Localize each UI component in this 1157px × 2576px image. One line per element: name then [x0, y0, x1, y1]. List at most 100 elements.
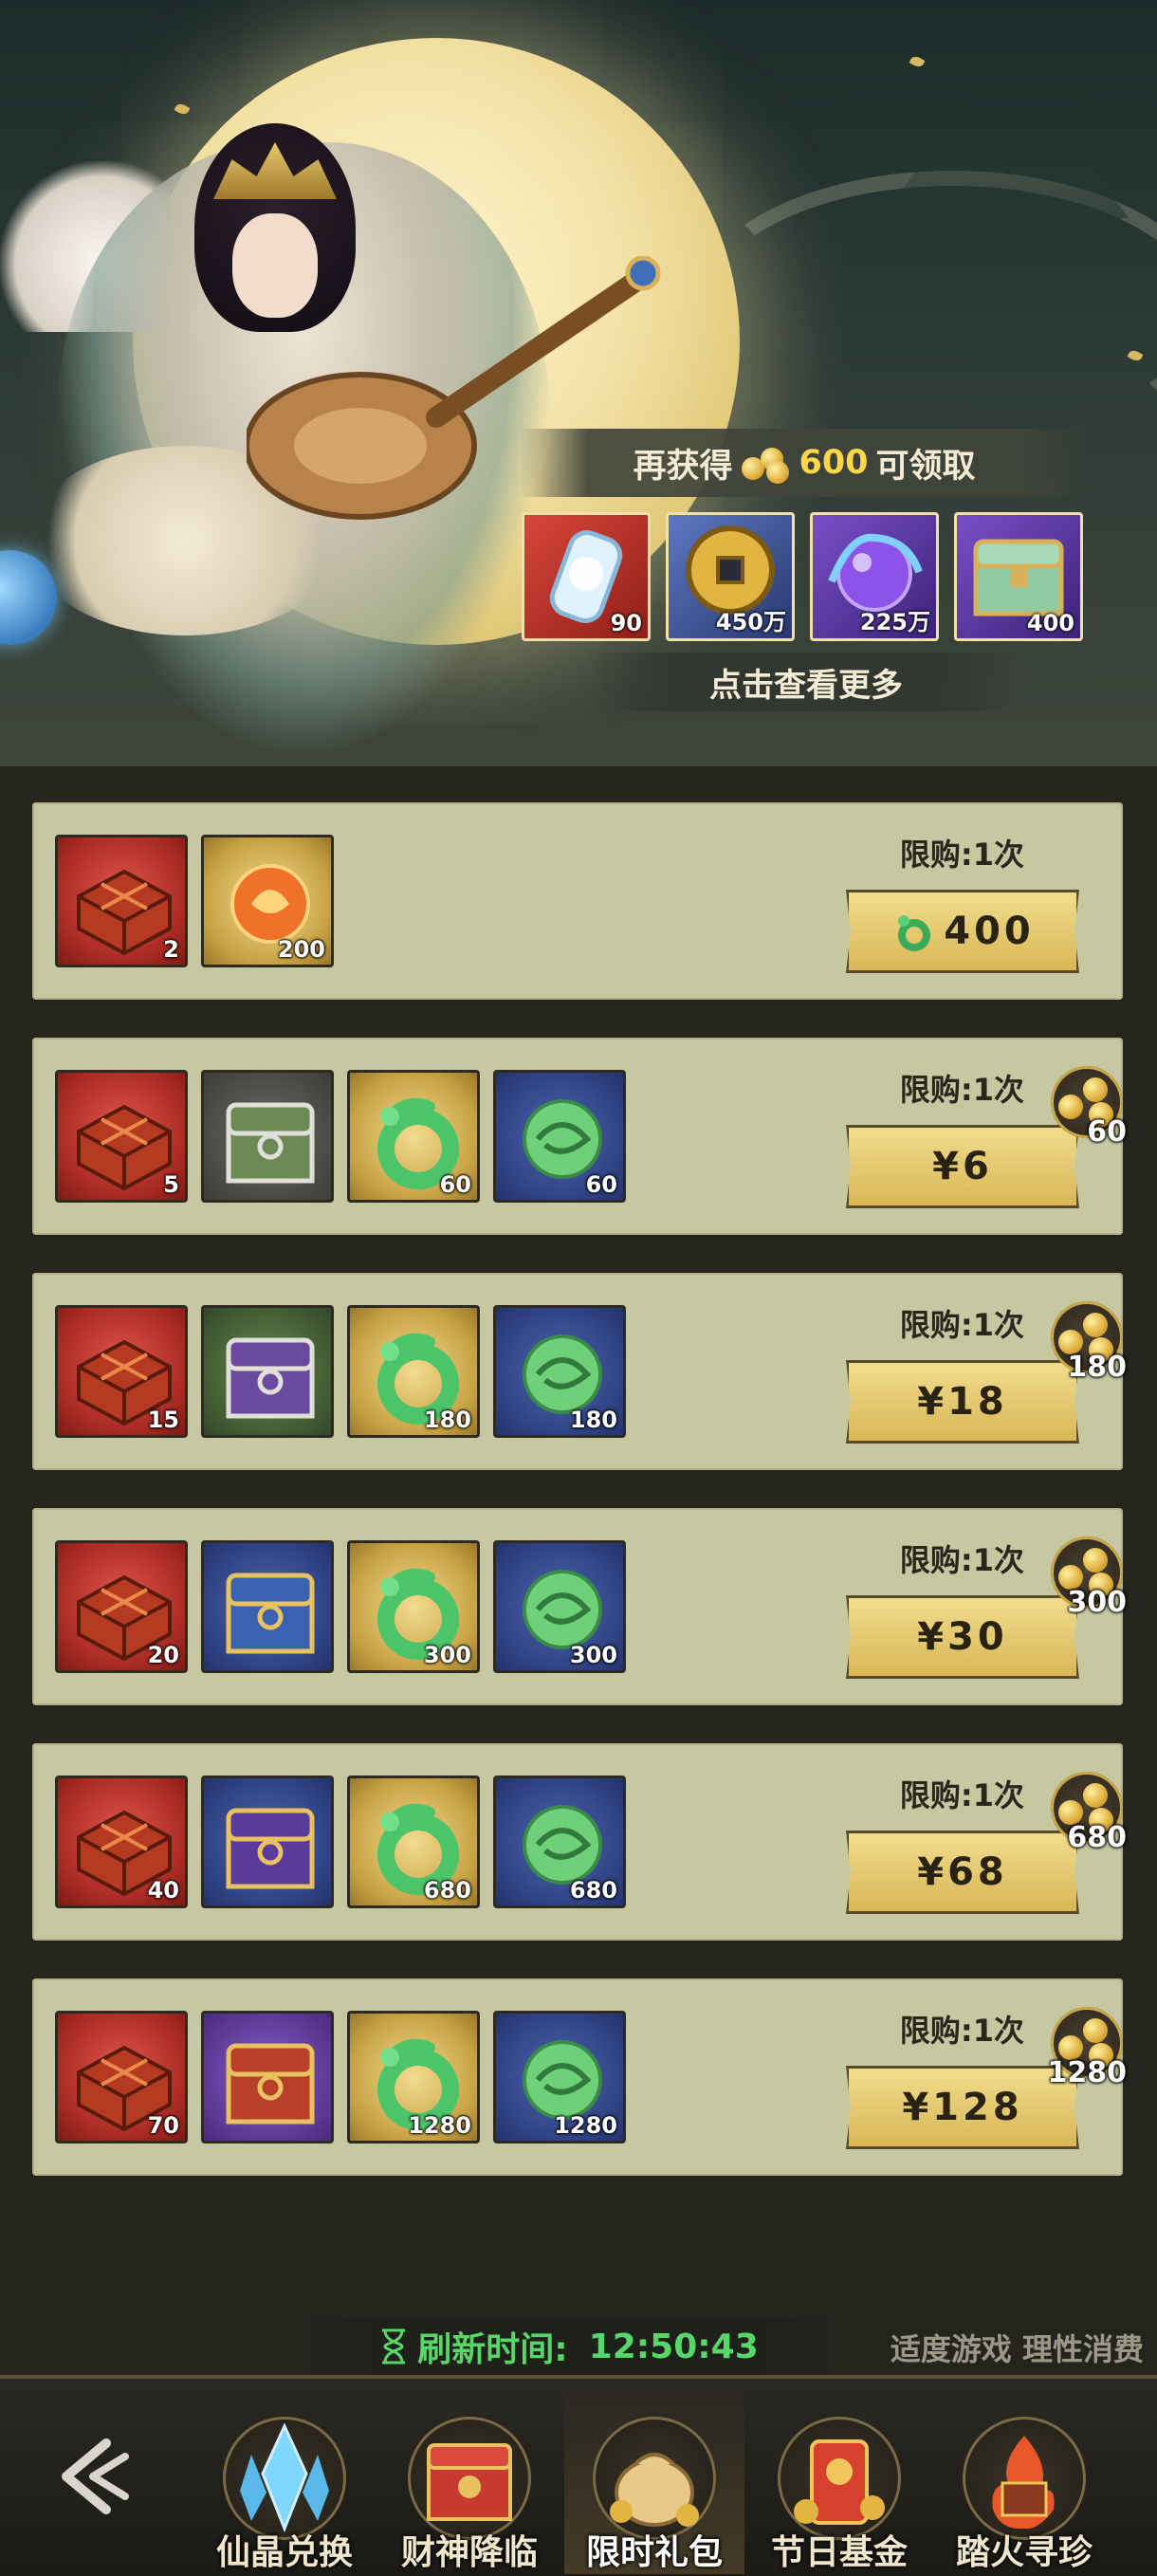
- pack-item[interactable]: [201, 1540, 334, 1673]
- purchase-limit: 限购:1次: [899, 1307, 1024, 1343]
- item-count: 180: [569, 1407, 617, 1433]
- item-count: 180: [423, 1407, 471, 1433]
- pack-item[interactable]: [201, 2011, 334, 2144]
- pack-items: 20 300 300: [55, 1540, 626, 1673]
- tab-crystal-exchange[interactable]: 仙晶兑换: [194, 2384, 375, 2574]
- god-of-wealth-chest-icon: [408, 2417, 531, 2540]
- green-chest-icon: [226, 1102, 315, 1184]
- back-arrow-icon[interactable]: [38, 2424, 142, 2529]
- purchase-limit: 限购:1次: [899, 2013, 1024, 2049]
- pack-item[interactable]: 680: [347, 1776, 480, 1908]
- pack-item[interactable]: 60: [493, 1070, 626, 1203]
- item-count: 300: [569, 1642, 617, 1668]
- view-more-button[interactable]: 点击查看更多: [588, 653, 1024, 711]
- pack-item[interactable]: 180: [347, 1305, 480, 1438]
- leaf-decoration: [909, 54, 926, 69]
- item-count: 200: [277, 936, 325, 963]
- hero-banner: 再获得 600 可领取 90 450万 225万 400 点击查看更多: [0, 0, 1157, 766]
- price-label: ¥30: [917, 1615, 1008, 1659]
- item-count: 2: [163, 936, 179, 963]
- purple-gold-chest-icon: [226, 1808, 315, 1889]
- reward-count: 450万: [715, 609, 786, 635]
- fire-treasure-icon: [963, 2417, 1086, 2540]
- festival-fund-icon: [778, 2417, 901, 2540]
- item-count: 60: [585, 1171, 617, 1198]
- refresh-label: 刷新时间:: [417, 2330, 568, 2369]
- health-gaming-notice: 适度游戏 理性消费: [890, 2331, 1144, 2367]
- bonus-coin-badge: 180: [1043, 1301, 1129, 1387]
- pack-items: 15 180 180: [55, 1305, 626, 1438]
- pack-item[interactable]: 680: [493, 1776, 626, 1908]
- purchase-limit: 限购:1次: [899, 1072, 1024, 1108]
- bonus-coin-badge: 300: [1043, 1536, 1129, 1622]
- item-count: 5: [163, 1171, 179, 1198]
- tab-label: 节日基金: [770, 2533, 908, 2572]
- milestone-rewards: 90 450万 225万 400: [522, 512, 1083, 641]
- purple-chest-icon: [226, 1337, 315, 1419]
- item-count: 680: [569, 1877, 617, 1904]
- pack-items: 70 1280 1280: [55, 2011, 626, 2144]
- pack-item[interactable]: 1280: [493, 2011, 626, 2144]
- claim-progress: 再获得 600 可领取: [520, 429, 1089, 497]
- bonus-amount: 300: [1067, 1586, 1127, 1619]
- pack-item[interactable]: 40: [55, 1776, 188, 1908]
- pack-item[interactable]: 20: [55, 1540, 188, 1673]
- hourglass-icon: [382, 2328, 406, 2364]
- gift-pack-card: 15 180 180 限购:1次 ¥18 180: [32, 1273, 1127, 1470]
- item-count: 300: [423, 1642, 471, 1668]
- purchase-limit: 限购:1次: [899, 1542, 1024, 1578]
- pack-item[interactable]: [201, 1305, 334, 1438]
- price-label: ¥6: [932, 1145, 993, 1188]
- pack-item[interactable]: 180: [493, 1305, 626, 1438]
- progress-prefix: 再获得: [633, 447, 733, 486]
- progress-suffix: 可领取: [875, 447, 976, 486]
- item-count: 1280: [554, 2112, 617, 2139]
- item-count: 70: [147, 2112, 179, 2139]
- gift-pack-card: 5 60 60 限购:1次 ¥6 60: [32, 1038, 1127, 1235]
- reward-lantern[interactable]: 90: [522, 512, 651, 641]
- gift-pack-card: 70 1280 1280 限购:1次 ¥128 1280: [32, 1978, 1127, 2176]
- pack-items: 40 680 680: [55, 1776, 626, 1908]
- gift-pack-card: 2 200 限购:1次 400: [32, 802, 1123, 1000]
- reward-treasure-chest[interactable]: 400: [954, 512, 1083, 641]
- tab-god-of-wealth[interactable]: 财神降临: [379, 2384, 560, 2574]
- reward-count: 90: [610, 610, 642, 636]
- refresh-timer: 刷新时间: 12:50:43: [303, 2318, 835, 2375]
- blue-gold-chest-icon: [226, 1573, 315, 1654]
- item-count: 20: [147, 1642, 179, 1668]
- price-label: ¥68: [917, 1850, 1008, 1894]
- pack-item[interactable]: 1280: [347, 2011, 480, 2144]
- pack-item[interactable]: 60: [347, 1070, 480, 1203]
- price-label: 400: [944, 910, 1035, 953]
- pack-item[interactable]: 300: [347, 1540, 480, 1673]
- pack-item[interactable]: 300: [493, 1540, 626, 1673]
- pack-item[interactable]: 15: [55, 1305, 188, 1438]
- pack-item[interactable]: [201, 1070, 334, 1203]
- pack-item[interactable]: 70: [55, 2011, 188, 2144]
- bonus-coin-badge: 680: [1043, 1772, 1129, 1857]
- crystal-icon: [223, 2417, 346, 2540]
- gold-coin-icon: [740, 442, 791, 484]
- item-count: 15: [147, 1407, 179, 1433]
- price-label: ¥18: [917, 1380, 1008, 1424]
- reward-count: 400: [1026, 610, 1074, 636]
- gift-pack-card: 40 680 680 限购:1次 ¥68 680: [32, 1743, 1127, 1941]
- bottom-nav: 仙晶兑换 财神降临 限时礼包 节日基金 踏火寻珍: [0, 2375, 1157, 2576]
- reward-purple-orb[interactable]: 225万: [810, 512, 939, 641]
- bonus-amount: 180: [1067, 1351, 1127, 1384]
- gift-bag-icon: [593, 2417, 716, 2540]
- tab-festival-fund[interactable]: 节日基金: [749, 2384, 929, 2574]
- reward-copper-coin[interactable]: 450万: [666, 512, 795, 641]
- bonus-amount: 60: [1087, 1115, 1127, 1149]
- tab-limited-gift[interactable]: 限时礼包: [564, 2384, 744, 2574]
- tab-fire-treasure[interactable]: 踏火寻珍: [934, 2384, 1114, 2574]
- reward-count: 225万: [859, 609, 930, 635]
- bonus-coin-badge: 1280: [1043, 2007, 1129, 2092]
- pack-item[interactable]: 5: [55, 1070, 188, 1203]
- buy-button[interactable]: 400: [846, 890, 1079, 973]
- pack-item[interactable]: 200: [201, 835, 334, 967]
- tab-label: 踏火寻珍: [955, 2533, 1093, 2572]
- leaf-decoration: [174, 101, 191, 117]
- pack-item[interactable]: 2: [55, 835, 188, 967]
- pack-item[interactable]: [201, 1776, 334, 1908]
